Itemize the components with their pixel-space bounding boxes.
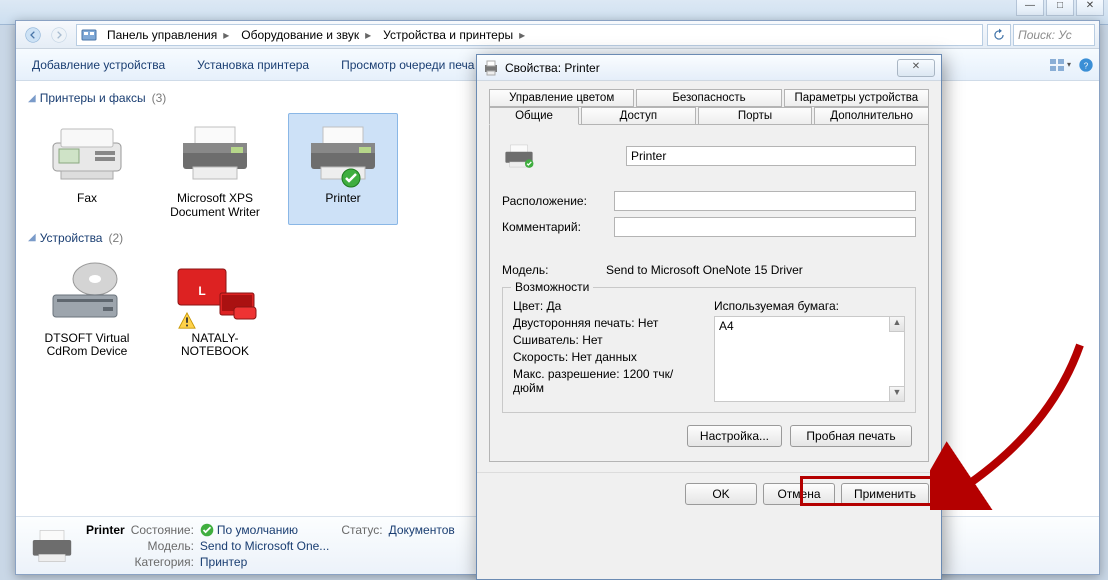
dialog-close-button[interactable]: ✕	[897, 59, 935, 77]
control-panel-icon	[81, 27, 97, 43]
test-page-button[interactable]: Пробная печать	[790, 425, 912, 447]
device-fax[interactable]: Fax	[32, 113, 142, 225]
details-state-value: По умолчанию	[217, 523, 298, 537]
close-button[interactable]: ✕	[1076, 0, 1104, 16]
feature-speed: Скорость: Нет данных	[513, 350, 704, 364]
crumb-control-panel[interactable]: Панель управления▸	[101, 25, 235, 45]
view-queue-link[interactable]: Просмотр очереди печа	[325, 58, 490, 72]
view-options-button[interactable]	[1047, 54, 1073, 76]
help-button[interactable]: ?	[1073, 54, 1099, 76]
details-model-label: Модель:	[131, 539, 194, 553]
crumb-devices-printers[interactable]: Устройства и принтеры▸	[377, 25, 531, 45]
tab-general[interactable]: Общие	[489, 107, 579, 125]
device-label: DTSOFT Virtual CdRom Device	[37, 332, 137, 360]
refresh-button[interactable]	[987, 24, 1011, 46]
ok-button[interactable]: OK	[685, 483, 757, 505]
details-name: Printer	[86, 523, 125, 537]
details-category-label: Категория:	[131, 555, 194, 569]
group-count: (2)	[108, 231, 123, 245]
model-label: Модель:	[502, 263, 606, 277]
default-check-icon	[341, 168, 361, 188]
fax-icon	[42, 118, 132, 188]
details-state-label: Состояние:	[131, 523, 194, 537]
device-label: NATALY-NOTEBOOK	[165, 332, 265, 360]
add-device-link[interactable]: Добавление устройства	[16, 58, 181, 72]
device-dtsoft-cdrom[interactable]: DTSOFT Virtual CdRom Device	[32, 253, 142, 365]
device-label: Microsoft XPS Document Writer	[165, 192, 265, 220]
default-check-icon	[200, 523, 214, 537]
cancel-button[interactable]: Отмена	[763, 483, 835, 505]
details-model-value: Send to Microsoft One...	[200, 539, 329, 553]
computer-icon: L	[170, 258, 260, 328]
search-input[interactable]: Поиск: Ус	[1013, 24, 1095, 46]
features-legend: Возможности	[511, 280, 593, 294]
dialog-title: Свойства: Printer	[505, 61, 897, 75]
features-groupbox: Возможности Цвет: Да Двусторонняя печать…	[502, 287, 916, 413]
maximize-button[interactable]: □	[1046, 0, 1074, 16]
printer-name-input[interactable]	[626, 146, 916, 166]
group-count: (3)	[152, 91, 167, 105]
details-category-value: Принтер	[200, 555, 329, 569]
scroll-down-button[interactable]: ▼	[889, 386, 904, 401]
tab-device-settings[interactable]: Параметры устройства	[784, 89, 929, 107]
paper-used-label: Используемая бумага:	[714, 299, 905, 313]
collapse-caret-icon: ◢	[28, 93, 36, 104]
forward-button[interactable]	[46, 24, 72, 46]
device-label: Fax	[37, 192, 137, 206]
printer-properties-dialog: Свойства: Printer ✕ Управление цветом Бе…	[476, 54, 942, 580]
group-title: Устройства	[40, 231, 103, 245]
dialog-titlebar[interactable]: Свойства: Printer ✕	[477, 55, 941, 81]
location-input[interactable]	[614, 191, 916, 211]
cdrom-drive-icon	[42, 258, 132, 328]
tab-color-management[interactable]: Управление цветом	[489, 89, 634, 107]
tab-panel-general: Расположение: Комментарий: Модель: Send …	[489, 124, 929, 462]
printer-icon	[502, 141, 540, 171]
comment-input[interactable]	[614, 217, 916, 237]
parent-window-controls: — □ ✕	[1016, 0, 1104, 16]
scroll-up-button[interactable]: ▲	[889, 317, 904, 332]
feature-duplex: Двусторонняя печать: Нет	[513, 316, 704, 330]
minimize-button[interactable]: —	[1016, 0, 1044, 16]
preferences-button[interactable]: Настройка...	[687, 425, 782, 447]
feature-maxres: Макс. разрешение: 1200 тчк/дюйм	[513, 367, 704, 395]
back-button[interactable]	[20, 24, 46, 46]
printer-icon	[298, 118, 388, 188]
comment-label: Комментарий:	[502, 220, 606, 234]
paper-list[interactable]: ▲ A4 ▼	[714, 316, 905, 402]
warning-badge-icon	[178, 312, 196, 330]
address-bar: Панель управления▸ Оборудование и звук▸ …	[16, 21, 1099, 49]
svg-text:L: L	[198, 284, 205, 298]
group-title: Принтеры и факсы	[40, 91, 146, 105]
breadcrumb[interactable]: Панель управления▸ Оборудование и звук▸ …	[76, 24, 983, 46]
details-status-value: Документов	[389, 523, 455, 537]
tab-advanced[interactable]: Дополнительно	[814, 107, 929, 124]
collapse-caret-icon: ◢	[28, 232, 36, 243]
dialog-footer: OK Отмена Применить	[477, 472, 941, 515]
add-printer-link[interactable]: Установка принтера	[181, 58, 325, 72]
tab-security[interactable]: Безопасность	[636, 89, 781, 107]
feature-staple: Сшиватель: Нет	[513, 333, 704, 347]
printer-icon	[483, 60, 499, 76]
device-printer[interactable]: Printer	[288, 113, 398, 225]
location-label: Расположение:	[502, 194, 606, 208]
printer-icon	[170, 118, 260, 188]
details-printer-icon	[28, 522, 76, 570]
tab-ports[interactable]: Порты	[698, 107, 813, 124]
apply-button[interactable]: Применить	[841, 483, 929, 505]
device-nataly-notebook[interactable]: L NATALY-NOTEBOOK	[160, 253, 270, 365]
tab-sharing[interactable]: Доступ	[581, 107, 696, 124]
device-label: Printer	[293, 192, 393, 206]
feature-color: Цвет: Да	[513, 299, 704, 313]
device-xps-writer[interactable]: Microsoft XPS Document Writer	[160, 113, 270, 225]
paper-option[interactable]: A4	[719, 319, 888, 333]
svg-text:?: ?	[1084, 61, 1089, 70]
crumb-hardware-sound[interactable]: Оборудование и звук▸	[235, 25, 377, 45]
model-value: Send to Microsoft OneNote 15 Driver	[606, 263, 803, 277]
details-status-label: Статус:	[341, 523, 382, 537]
